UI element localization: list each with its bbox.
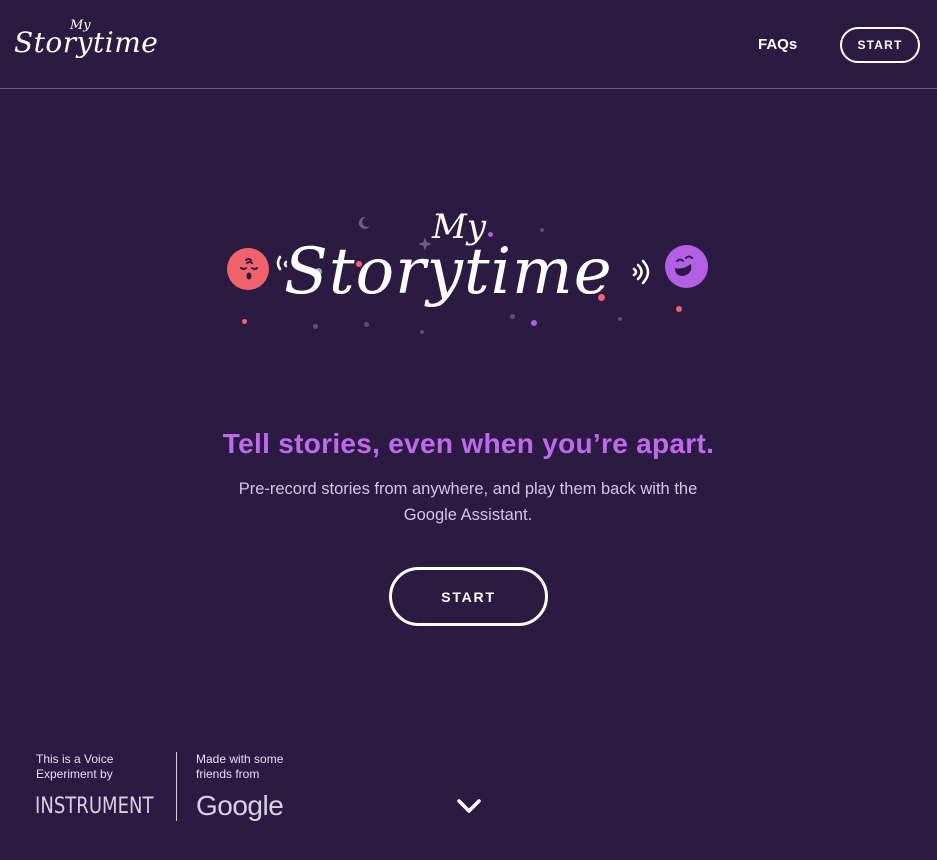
tagline: Tell stories, even when you’re apart. bbox=[222, 428, 715, 459]
decor-dot bbox=[313, 324, 318, 329]
decor-dot bbox=[242, 319, 247, 324]
decor-dot bbox=[676, 306, 682, 312]
hero-logo-word: Storytime bbox=[284, 235, 613, 309]
decor-dot bbox=[364, 322, 369, 327]
moon-icon bbox=[358, 216, 370, 229]
sleeping-face-icon bbox=[227, 248, 269, 290]
page: My Storytime FAQs START My Storytime Tel… bbox=[0, 0, 937, 860]
laughing-face-icon bbox=[665, 245, 708, 288]
header: My Storytime FAQs START bbox=[0, 0, 937, 89]
footer-divider bbox=[176, 752, 177, 821]
decor-dot bbox=[510, 314, 515, 319]
decor-dot bbox=[618, 317, 622, 321]
hero-logo: My Storytime bbox=[220, 205, 720, 355]
decor-dot bbox=[420, 330, 424, 334]
faqs-link[interactable]: FAQs bbox=[758, 36, 797, 53]
header-start-button[interactable]: START bbox=[840, 27, 920, 63]
logo-word: Storytime bbox=[14, 26, 159, 59]
voice-experiment-text: This is a Voice Experiment by bbox=[36, 752, 114, 781]
header-logo[interactable]: My Storytime bbox=[14, 16, 158, 72]
decor-dot bbox=[531, 320, 537, 326]
google-logo[interactable]: Google bbox=[196, 790, 284, 822]
chevron-down-icon[interactable] bbox=[455, 796, 483, 816]
subtext: Pre-record stories from anywhere, and pl… bbox=[238, 480, 698, 524]
sound-wave-icon bbox=[632, 259, 650, 285]
made-with-text: Made with some friends from bbox=[196, 752, 284, 781]
decor-dot bbox=[540, 228, 544, 232]
instrument-logo[interactable]: INSTRUMENT bbox=[35, 794, 154, 819]
start-button[interactable]: START bbox=[389, 567, 548, 626]
